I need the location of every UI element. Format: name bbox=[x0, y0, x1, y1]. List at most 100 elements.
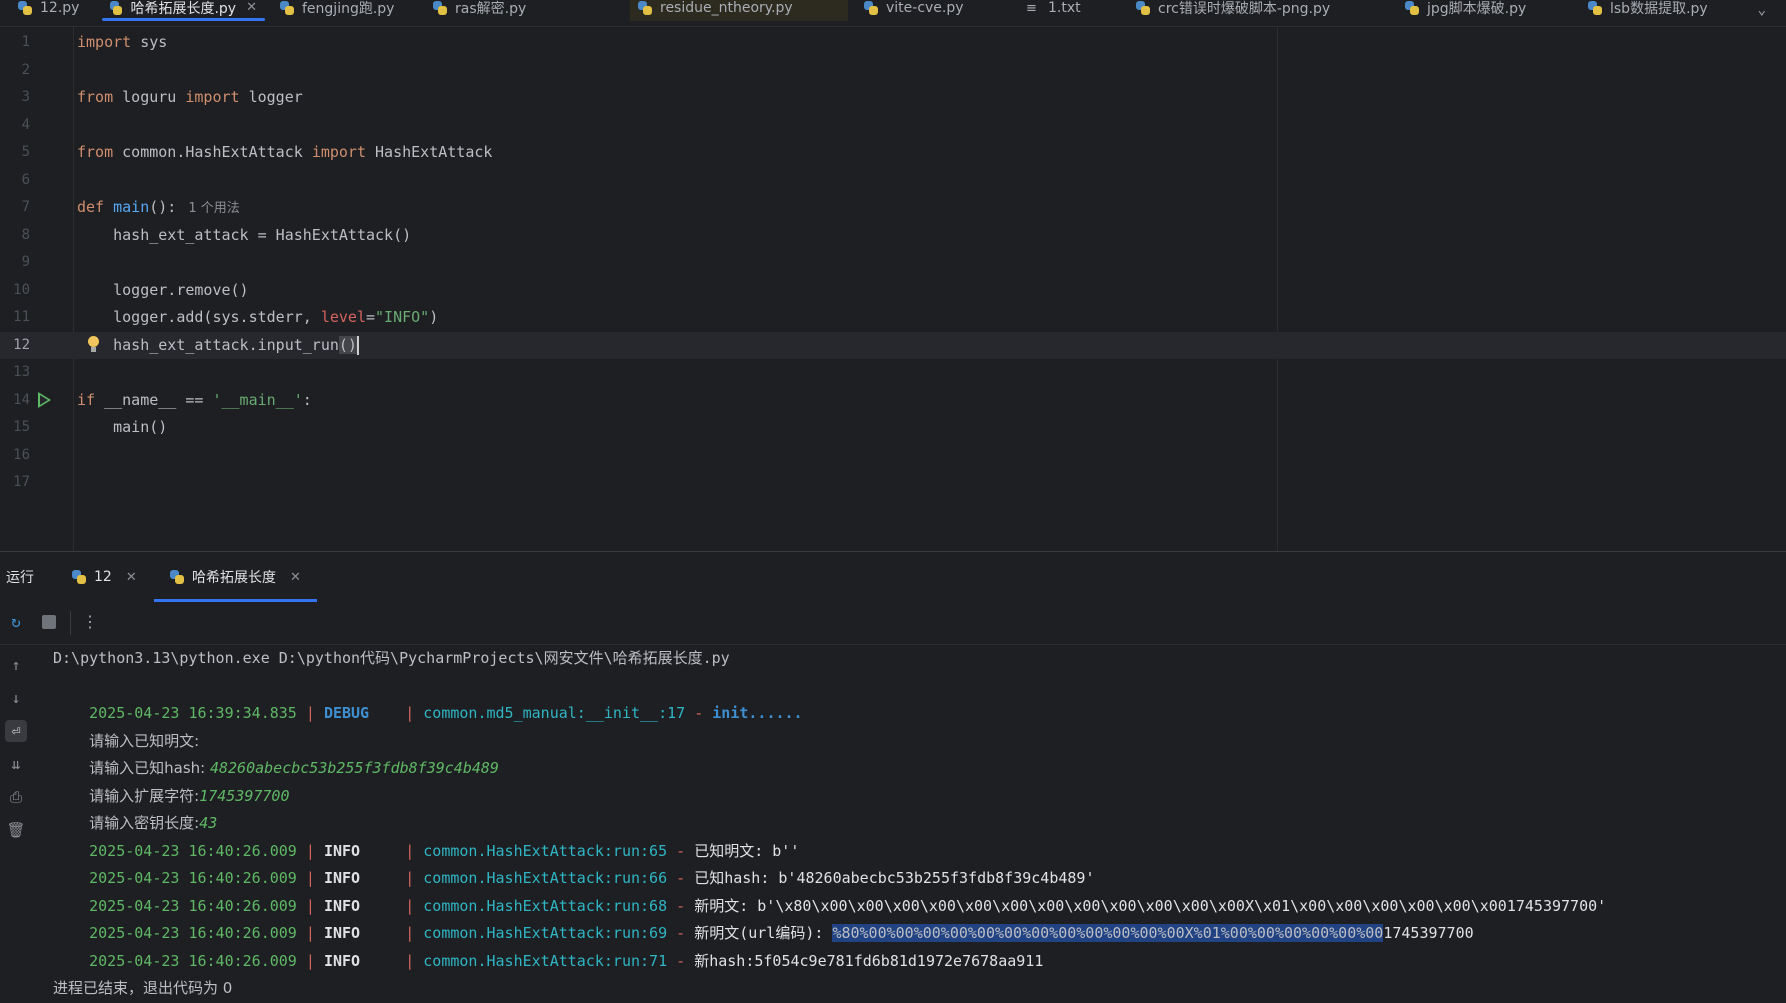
editor-tab-fengjing[interactable]: fengjing跑.py bbox=[272, 0, 402, 21]
log-timestamp: 2025-04-23 16:40:26.009 bbox=[89, 951, 297, 970]
python-file-icon bbox=[1588, 0, 1602, 15]
chevron-down-icon[interactable]: ⌄ bbox=[1758, 2, 1766, 18]
code-text: loguru bbox=[113, 88, 186, 106]
code-line: 16 bbox=[0, 442, 1786, 470]
code-line: 6 bbox=[0, 167, 1786, 195]
log-dash: - bbox=[685, 704, 713, 722]
code-text: HashExtAttack bbox=[366, 143, 493, 161]
scroll-to-end-icon[interactable]: ⇊ bbox=[5, 753, 27, 775]
close-tab-icon[interactable]: ✕ bbox=[126, 570, 137, 585]
line-number: 2 bbox=[21, 61, 30, 78]
tab-label: ras解密.py bbox=[455, 0, 527, 17]
run-tab-12[interactable]: 12 ✕ bbox=[72, 560, 137, 594]
run-gutter-icon[interactable] bbox=[38, 391, 51, 408]
console-prompt-line: 请输入已知hash: 48260abecbc53b255f3fdb8f39c4b… bbox=[53, 728, 499, 777]
run-tool-window-header: 运行 12 ✕ 哈希拓展长度 ✕ bbox=[0, 551, 1786, 602]
log-level: DEBUG bbox=[323, 704, 397, 722]
console-log-line: 2025-04-23 16:40:26.009 | INFO | common.… bbox=[53, 920, 1043, 970]
tab-label: residue_ntheory.py bbox=[660, 0, 793, 16]
console-prompt-line: 请输入密钥长度:43 bbox=[53, 783, 217, 832]
code-text: logger.remove() bbox=[77, 280, 249, 299]
code-text: __name__ == bbox=[95, 390, 213, 409]
python-file-icon bbox=[280, 0, 294, 15]
editor-tab-ras[interactable]: ras解密.py bbox=[425, 0, 534, 21]
tab-label: lsb数据提取.py bbox=[1610, 0, 1708, 17]
editor-tab-jpg[interactable]: jpg脚本爆破.py bbox=[1397, 0, 1534, 21]
code-line: 2 bbox=[0, 57, 1786, 85]
editor-tab-12-py[interactable]: 12.py bbox=[10, 0, 87, 21]
python-file-icon bbox=[433, 0, 447, 15]
editor-tab-crc[interactable]: crc错误时爆破脚本-png.py bbox=[1128, 0, 1338, 21]
console-log-line: 2025-04-23 16:40:26.009 | INFO | common.… bbox=[53, 810, 799, 860]
keyword: if bbox=[77, 390, 96, 409]
python-file-icon bbox=[1405, 0, 1419, 15]
string-literal: "INFO" bbox=[375, 308, 430, 326]
rerun-icon[interactable]: ↻ bbox=[6, 612, 26, 632]
tab-label: vite-cve.py bbox=[886, 0, 964, 16]
keyword: import bbox=[77, 33, 132, 51]
console-prompt-line: 请输入扩展字符:1745397700 bbox=[53, 755, 289, 805]
stop-icon[interactable] bbox=[42, 615, 56, 629]
log-separator: | bbox=[296, 951, 324, 970]
code-line: 11 logger.add(sys.stderr, level="INFO") bbox=[0, 304, 1786, 332]
trash-icon[interactable]: 🗑 bbox=[5, 819, 27, 841]
arrow-up-icon[interactable]: ↑ bbox=[5, 654, 27, 676]
console-command-line: D:\python3.13\python.exe D:\python代码\Pyc… bbox=[53, 649, 730, 667]
log-message: init...... bbox=[712, 704, 803, 722]
soft-wrap-icon[interactable]: ⏎ bbox=[5, 720, 27, 742]
console-log-line: 2025-04-23 16:40:26.009 | INFO | common.… bbox=[53, 838, 1094, 887]
code-text: logger bbox=[239, 88, 303, 106]
keyword: import bbox=[185, 88, 240, 106]
code-text: main() bbox=[77, 418, 168, 436]
code-line: 15 main() bbox=[0, 414, 1786, 442]
console-log-line: 2025-04-23 16:40:26.009 | INFO | common.… bbox=[53, 893, 1474, 942]
code-line: 4 bbox=[0, 112, 1786, 140]
code-line: 17 bbox=[0, 469, 1786, 497]
close-tab-icon[interactable]: ✕ bbox=[290, 570, 301, 585]
run-panel-title: 运行 bbox=[6, 570, 34, 586]
run-tab-hash-ext[interactable]: 哈希拓展长度 ✕ bbox=[154, 560, 317, 602]
line-number: 16 bbox=[13, 446, 30, 463]
python-file-icon bbox=[638, 0, 652, 15]
python-file-icon bbox=[864, 0, 878, 15]
code-text: sys bbox=[131, 33, 168, 51]
code-line: 10 logger.remove() bbox=[0, 277, 1786, 305]
editor-tab-1-txt[interactable]: ≡ 1.txt bbox=[1018, 0, 1089, 21]
code-line: 3 from loguru import logger bbox=[0, 84, 1786, 112]
code-editor[interactable]: 1 import sys 2 3 from loguru import logg… bbox=[0, 27, 1786, 551]
python-file-icon bbox=[170, 570, 184, 584]
line-number: 9 bbox=[21, 254, 30, 270]
arrow-down-icon[interactable]: ↓ bbox=[5, 687, 27, 709]
usages-inlay-hint[interactable]: 1 个用法 bbox=[188, 201, 239, 216]
string-literal: '__main__' bbox=[212, 390, 303, 409]
editor-tab-lsb[interactable]: lsb数据提取.py bbox=[1580, 0, 1716, 21]
log-module: common.HashExtAttack:run:71 bbox=[423, 951, 668, 970]
editor-tab-residue[interactable]: residue_ntheory.py bbox=[630, 0, 848, 21]
editor-tab-hash-ext[interactable]: 哈希拓展长度.py ✕ bbox=[102, 0, 265, 21]
line-number: 5 bbox=[21, 144, 30, 160]
code-line: 1 import sys bbox=[0, 29, 1786, 57]
text-file-icon: ≡ bbox=[1026, 0, 1037, 16]
console-output[interactable]: D:\python3.13\python.exe D:\python代码\Pyc… bbox=[53, 645, 1786, 997]
run-tab-label: 哈希拓展长度 bbox=[192, 570, 276, 586]
editor-tab-vite[interactable]: vite-cve.py bbox=[856, 0, 972, 21]
tab-label: crc错误时爆破脚本-png.py bbox=[1158, 0, 1331, 17]
console-side-toolbar: ↑ ↓ ⏎ ⇊ ⎙ 🗑 bbox=[0, 645, 32, 985]
line-number: 10 bbox=[13, 281, 30, 298]
code-text: ) bbox=[429, 308, 439, 326]
line-number: 6 bbox=[21, 171, 30, 188]
log-message: 1745397700 bbox=[1383, 924, 1474, 942]
tab-label: 1.txt bbox=[1048, 0, 1081, 16]
log-separator: | bbox=[296, 704, 324, 722]
code-line: 13 bbox=[0, 359, 1786, 387]
line-number: 1 bbox=[21, 34, 30, 50]
code-text: = bbox=[366, 308, 376, 326]
current-code-line: 12 hash_ext_attack.input_run() bbox=[0, 331, 1786, 359]
close-tab-icon[interactable]: ✕ bbox=[246, 0, 257, 15]
run-tab-label: 12 bbox=[94, 569, 112, 585]
line-number: 3 bbox=[21, 89, 30, 105]
code-line: 9 bbox=[0, 249, 1786, 277]
more-options-icon[interactable]: ⋮ bbox=[80, 612, 100, 632]
print-icon[interactable]: ⎙ bbox=[5, 786, 27, 808]
tab-label: 哈希拓展长度.py bbox=[130, 0, 237, 17]
